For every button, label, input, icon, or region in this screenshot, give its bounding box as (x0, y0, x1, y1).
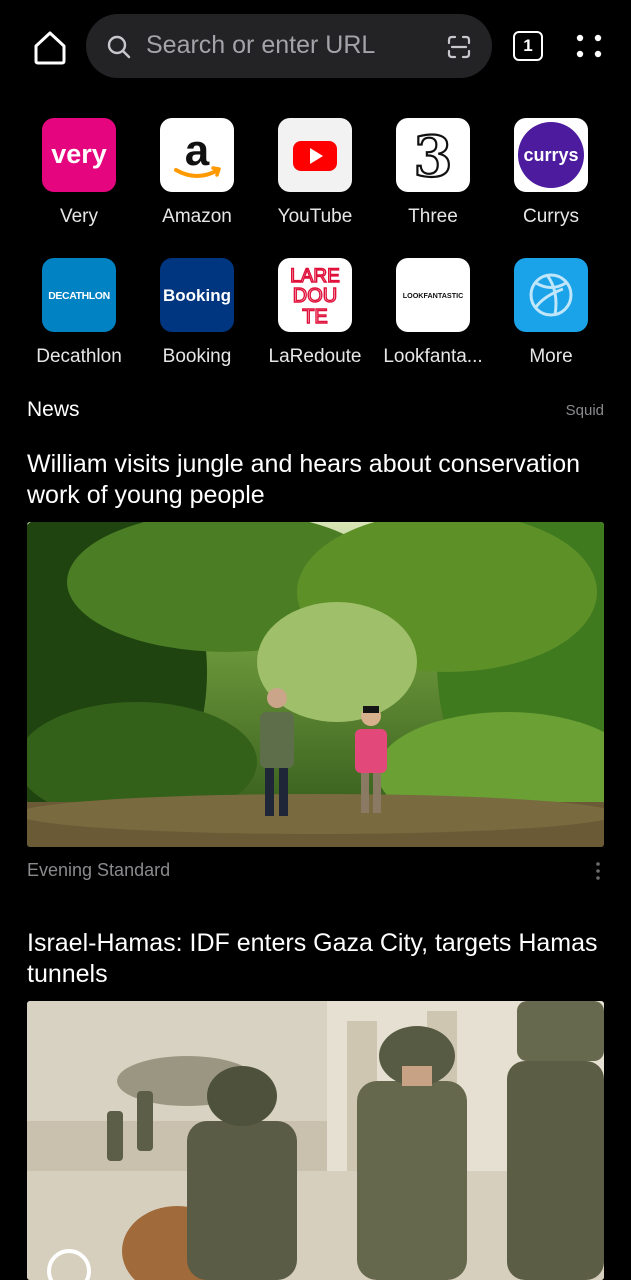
laredoute-logo-icon: LARE DOU TE (278, 258, 352, 332)
search-icon (107, 35, 131, 59)
currys-logo-icon: currys (514, 118, 588, 192)
article-source: Evening Standard (27, 860, 171, 880)
shortcut-label: Three (408, 206, 458, 227)
shortcut-decathlon[interactable]: DECATHLON Decathlon (20, 258, 138, 378)
tabs-button[interactable]: 1 (513, 31, 543, 61)
shortcut-very[interactable]: very Very (20, 118, 138, 238)
news-provider: Squid (565, 402, 604, 419)
shortcut-label: Decathlon (36, 346, 122, 367)
search-placeholder: Search or enter URL (146, 31, 376, 59)
shortcut-label: YouTube (277, 206, 353, 227)
shortcut-more[interactable]: More (492, 258, 610, 378)
currys-logo-text: currys (523, 145, 578, 165)
very-logo-icon: very (42, 118, 116, 192)
laredoute-logo-line-2: DOU (293, 285, 337, 307)
amazon-logo-text: a (185, 126, 210, 175)
three-logo-text: 3 (414, 124, 453, 190)
news-article[interactable]: Israel-Hamas: IDF enters Gaza City, targ… (27, 928, 604, 1280)
news-section-title: News (27, 398, 80, 421)
shortcut-three[interactable]: 3 Three (374, 118, 492, 238)
shortcut-label: Amazon (162, 206, 232, 227)
shortcut-currys[interactable]: currys Currys (492, 118, 610, 238)
top-bar: Search or enter URL 1 (0, 0, 631, 92)
shortcut-youtube[interactable]: YouTube (256, 118, 374, 238)
scan-icon[interactable] (446, 34, 472, 60)
shortcut-label: Very (59, 206, 99, 227)
menu-icon[interactable] (573, 30, 605, 62)
shortcut-label: More (529, 346, 573, 367)
decathlon-logo-icon: DECATHLON (42, 258, 116, 332)
laredoute-logo-line-3: TE (302, 306, 328, 328)
article-image[interactable] (27, 1001, 604, 1280)
article-title[interactable]: William visits jungle and hears about co… (27, 449, 604, 511)
shortcut-laredoute[interactable]: LARE DOU TE LaRedoute (256, 258, 374, 378)
decathlon-logo-text: DECATHLON (48, 290, 110, 302)
more-options-icon[interactable] (594, 861, 602, 881)
amazon-logo-icon: a (160, 118, 234, 192)
very-logo-text: very (51, 139, 107, 169)
shortcut-label: Lookfanta... (383, 346, 483, 367)
shortcut-label: LaRedoute (268, 346, 362, 367)
booking-logo-icon: Booking (160, 258, 234, 332)
article-title[interactable]: Israel-Hamas: IDF enters Gaza City, targ… (27, 928, 604, 990)
booking-logo-text: Booking (163, 286, 231, 305)
lookfantastic-logo-text: LOOKFANTASTIC (403, 291, 464, 300)
search-input[interactable]: Search or enter URL (86, 14, 492, 78)
shortcut-label: Booking (162, 346, 232, 367)
news-article[interactable]: William visits jungle and hears about co… (27, 449, 604, 884)
shortcut-lookfantastic[interactable]: LOOKFANTASTIC Lookfanta... (374, 258, 492, 378)
laredoute-logo-line-1: LARE (290, 266, 340, 287)
globe-icon (514, 258, 588, 332)
article-image[interactable] (27, 522, 604, 847)
shortcut-amazon[interactable]: a Amazon (138, 118, 256, 238)
home-icon[interactable] (28, 25, 72, 69)
youtube-logo-icon (278, 118, 352, 192)
lookfantastic-logo-icon: LOOKFANTASTIC (396, 258, 470, 332)
three-logo-icon: 3 (396, 118, 470, 192)
shortcut-label: Currys (523, 206, 579, 227)
shortcut-booking[interactable]: Booking Booking (138, 258, 256, 378)
